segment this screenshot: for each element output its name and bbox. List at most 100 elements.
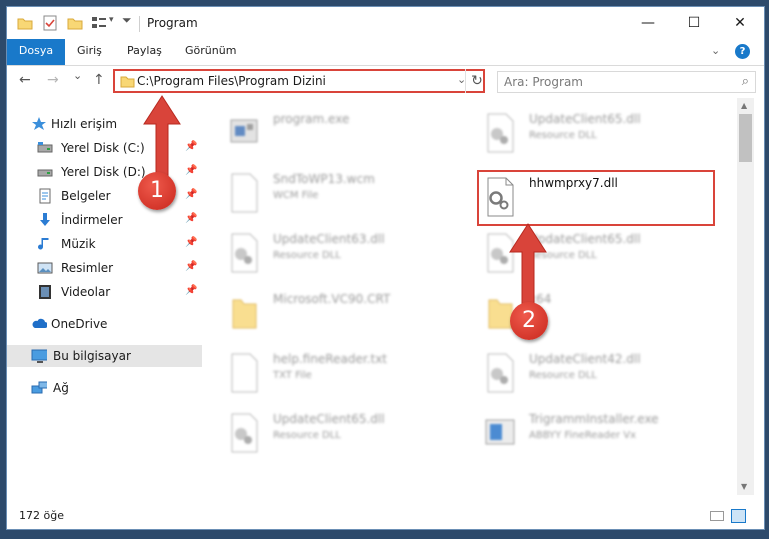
pictures-icon — [37, 262, 53, 274]
forward-button[interactable]: → — [47, 72, 59, 88]
title-bar: ▾ ⏷ Program — ☐ ✕ — [7, 7, 764, 39]
back-button[interactable]: ← — [19, 72, 31, 88]
drive-icon — [37, 169, 53, 177]
sidebar-item-label: Hızlı erişim — [51, 117, 118, 131]
details-view-icon[interactable] — [710, 511, 724, 521]
sidebar-item-label: İndirmeler — [61, 213, 123, 227]
recent-locations-button[interactable]: ⌄ — [73, 69, 82, 82]
step-badge-2: 2 — [510, 302, 548, 340]
expand-ribbon-icon[interactable]: ⌄ — [711, 44, 720, 57]
file-item[interactable]: UpdateClient65.dll Resource DLL — [463, 106, 708, 162]
sidebar-item-label: Bu bilgisayar — [53, 349, 131, 363]
navigation-bar: ← → ⌄ ↑ C:\Program Files\Program Dizini … — [7, 66, 764, 98]
file-item[interactable]: UpdateClient65.dll Resource DLL — [207, 406, 452, 462]
item-count: 172 öğe — [19, 509, 64, 522]
documents-icon — [39, 188, 51, 204]
search-icon[interactable]: ⌕ — [742, 74, 749, 89]
scrollbar-thumb[interactable] — [739, 114, 752, 162]
customize-qat-icon[interactable]: ⏷ — [122, 13, 132, 28]
file-name: TrigrammInstaller.exe — [529, 412, 659, 426]
minimize-button[interactable]: — — [625, 7, 671, 39]
pin-icon[interactable]: 📌 — [185, 261, 197, 272]
file-item[interactable]: program.exe — [207, 106, 452, 162]
file-item[interactable]: UpdateClient65.dll Resource DLL — [463, 226, 708, 282]
search-input[interactable] — [504, 74, 704, 90]
file-description: Resource DLL — [273, 430, 341, 441]
address-path[interactable]: C:\Program Files\Program Dizini — [137, 74, 326, 88]
tab-share[interactable]: Paylaş — [127, 39, 162, 65]
tab-file[interactable]: Dosya — [7, 39, 65, 65]
file-item[interactable]: UpdateClient42.dll Resource DLL — [463, 346, 708, 402]
refresh-button[interactable]: ↻ — [465, 69, 488, 93]
pin-icon[interactable]: 📌 — [185, 285, 197, 296]
sidebar-item-label: OneDrive — [51, 317, 108, 331]
download-icon — [40, 213, 50, 226]
file-name: UpdateClient42.dll — [529, 352, 641, 366]
sidebar-item-videos[interactable]: Videolar 📌 — [7, 281, 202, 303]
file-item[interactable]: help.fineReader.txt TXT File — [207, 346, 452, 402]
close-button[interactable]: ✕ — [717, 7, 763, 39]
window-title: Program — [147, 16, 198, 30]
view-options-icon[interactable] — [91, 15, 107, 31]
file-name: help.fineReader.txt — [273, 352, 387, 366]
status-bar: 172 öğe — [7, 503, 764, 529]
computer-icon — [31, 349, 47, 363]
file-name: program.exe — [273, 112, 350, 126]
pin-icon[interactable]: 📌 — [185, 141, 197, 152]
file-item[interactable]: TrigrammInstaller.exe ABBYY FineReader V… — [463, 406, 708, 462]
folder-item[interactable]: x64 — [463, 286, 708, 342]
folder-item[interactable]: Microsoft.VC90.CRT — [207, 286, 452, 342]
address-bar[interactable]: C:\Program Files\Program Dizini ⌄ — [113, 69, 485, 93]
scroll-down-icon[interactable]: ▼ — [741, 482, 747, 491]
sidebar-item-downloads[interactable]: İndirmeler 📌 — [7, 209, 202, 231]
file-name: UpdateClient65.dll — [273, 412, 385, 426]
explorer-window: ▾ ⏷ Program — ☐ ✕ Dosya Giriş Paylaş Gör… — [6, 6, 765, 530]
scroll-up-icon[interactable]: ▲ — [741, 101, 747, 110]
pin-icon[interactable]: 📌 — [185, 165, 197, 176]
tab-home[interactable]: Giriş — [77, 39, 102, 65]
tiles-view-icon[interactable] — [731, 509, 746, 523]
file-description: TXT File — [273, 370, 312, 381]
qat-dropdown-icon[interactable]: ▾ — [109, 15, 114, 25]
file-description: Resource DLL — [273, 250, 341, 261]
title-separator — [139, 16, 140, 32]
maximize-button[interactable]: ☐ — [671, 7, 717, 39]
pin-icon[interactable]: 📌 — [185, 213, 197, 224]
sidebar-item-label: Resimler — [61, 261, 114, 275]
dll-icon — [487, 353, 514, 393]
dll-icon — [231, 413, 258, 453]
step-badge-1: 1 — [138, 172, 176, 210]
drive-icon — [37, 142, 53, 153]
pin-icon[interactable]: 📌 — [185, 237, 197, 248]
folder-icon — [120, 76, 135, 88]
file-item[interactable]: SndToWP13.wcm WCM File — [207, 166, 452, 222]
sidebar-item-label: Yerel Disk (C:) — [61, 141, 145, 155]
up-button[interactable]: ↑ — [93, 72, 105, 88]
vertical-scrollbar[interactable]: ▲ ▼ — [737, 98, 754, 495]
pin-icon[interactable]: 📌 — [185, 189, 197, 200]
file-item[interactable]: UpdateClient63.dll Resource DLL — [207, 226, 452, 282]
sidebar-item-label: Ağ — [53, 381, 69, 395]
sidebar-item-music[interactable]: Müzik 📌 — [7, 233, 202, 255]
sidebar-item-label: Belgeler — [61, 189, 111, 203]
sidebar-item-network[interactable]: Ağ — [7, 377, 202, 399]
file-name: UpdateClient63.dll — [273, 232, 385, 246]
tab-view[interactable]: Görünüm — [185, 39, 236, 65]
sidebar-item-label: Videolar — [61, 285, 111, 299]
installer-icon — [485, 419, 515, 445]
search-box: ⌕ — [497, 71, 756, 93]
folder-icon — [17, 18, 33, 30]
sidebar-item-label: Yerel Disk (D:) — [61, 165, 146, 179]
file-icon — [231, 173, 258, 213]
sidebar-item-pictures[interactable]: Resimler 📌 — [7, 257, 202, 279]
new-folder-icon[interactable] — [67, 15, 83, 31]
folder-icon — [232, 299, 257, 329]
network-icon — [31, 381, 47, 394]
file-description: Resource DLL — [529, 130, 597, 141]
properties-icon[interactable] — [42, 14, 58, 32]
help-icon[interactable]: ? — [735, 44, 750, 59]
file-name: SndToWP13.wcm — [273, 172, 375, 186]
sidebar-item-onedrive[interactable]: OneDrive — [7, 313, 202, 335]
sidebar-item-this-pc[interactable]: Bu bilgisayar — [7, 345, 202, 367]
videos-icon — [39, 285, 51, 299]
